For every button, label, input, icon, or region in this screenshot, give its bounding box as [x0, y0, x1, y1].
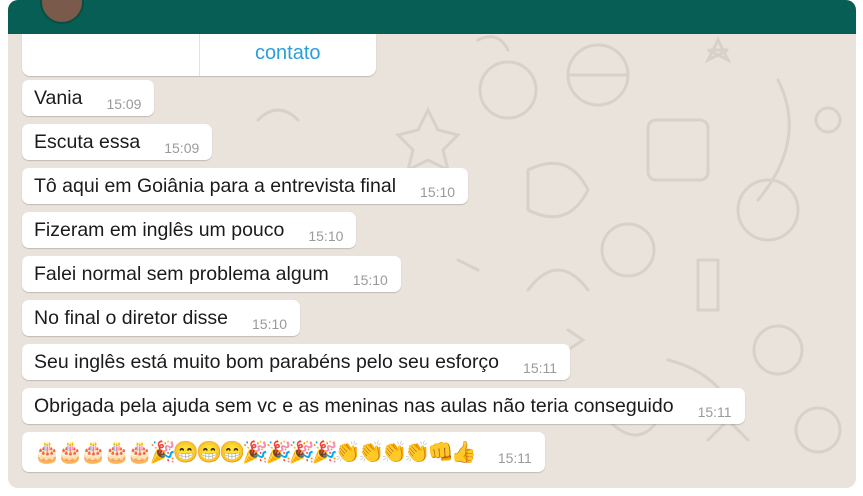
message-bubble[interactable]: Escuta essa 15:09 — [22, 124, 213, 160]
message-time: 15:10 — [420, 184, 456, 200]
message-text: Seu inglês está muito bom parabéns pelo … — [34, 350, 500, 373]
message-bubble[interactable]: Vania 15:09 — [22, 80, 155, 116]
message-time: 15:10 — [308, 228, 344, 244]
message-bubble[interactable]: No final o diretor disse 15:10 — [22, 300, 301, 336]
message-text: Escuta essa — [34, 130, 141, 153]
message-text: Tô aqui em Goiânia para a entrevista fin… — [34, 174, 397, 197]
message-text: Obrigada pela ajuda sem vc e as meninas … — [34, 394, 674, 417]
contact-card-action-button[interactable]: contato — [200, 34, 377, 76]
message-time: 15:11 — [523, 360, 558, 376]
message-text: Vania — [34, 86, 83, 109]
message-text: Fizeram em inglês um pouco — [34, 218, 285, 241]
message-time: 15:09 — [164, 140, 200, 156]
message-time: 15:10 — [252, 316, 288, 332]
message-bubble[interactable]: Seu inglês está muito bom parabéns pelo … — [22, 344, 571, 380]
message-time: 15:09 — [106, 96, 142, 112]
message-bubble[interactable]: Falei normal sem problema algum 15:10 — [22, 256, 401, 292]
contact-avatar[interactable] — [40, 0, 84, 24]
message-time: 15:11 — [497, 450, 532, 466]
chat-window: contato Vania 15:09 Escuta essa 15:09 Tô… — [8, 0, 856, 488]
message-bubble[interactable]: Fizeram em inglês um pouco 15:10 — [22, 212, 357, 248]
message-time: 15:10 — [352, 272, 388, 288]
message-time: 15:11 — [697, 404, 732, 420]
message-text: No final o diretor disse — [34, 306, 229, 329]
message-emojis: 🎂🎂🎂🎂🎂🎉😁😁😁🎉🎉🎉🎉👏👏👏👏👊👍 — [34, 440, 477, 464]
message-bubble-emoji[interactable]: 🎂🎂🎂🎂🎂🎉😁😁😁🎉🎉🎉🎉👏👏👏👏👊👍 15:11 — [22, 432, 545, 472]
contact-card-left-action[interactable] — [22, 34, 200, 76]
contact-card-action-label: contato — [254, 41, 321, 64]
message-bubble[interactable]: Obrigada pela ajuda sem vc e as meninas … — [22, 388, 745, 424]
message-text: Falei normal sem problema algum — [34, 262, 329, 285]
message-bubble[interactable]: Tô aqui em Goiânia para a entrevista fin… — [22, 168, 469, 204]
chat-header — [8, 0, 856, 34]
contact-card: contato — [22, 34, 376, 76]
